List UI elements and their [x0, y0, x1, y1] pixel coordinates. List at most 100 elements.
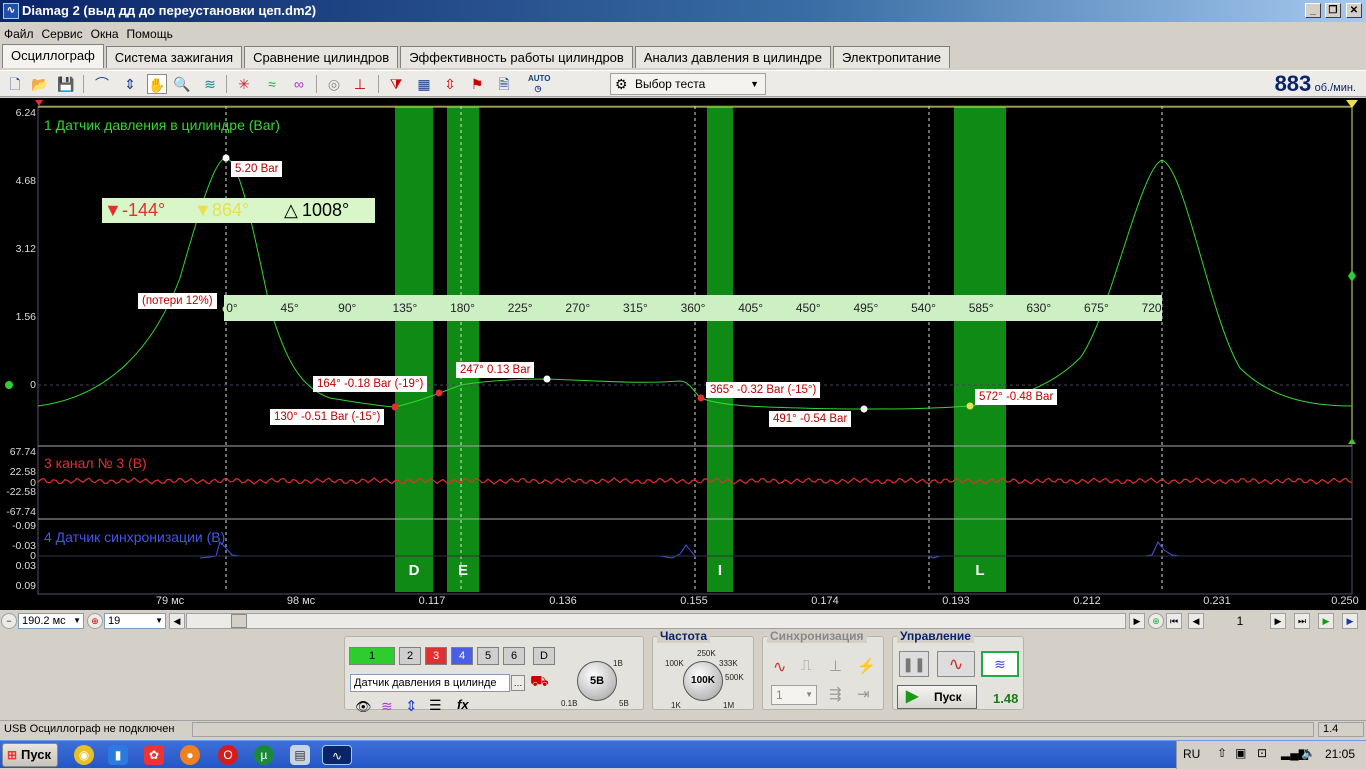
- vertical-cursor-icon[interactable]: ⇕: [120, 74, 140, 94]
- overlay-wave-icon[interactable]: ∞: [289, 74, 309, 94]
- menu-service[interactable]: Сервис: [42, 24, 83, 44]
- new-file-icon[interactable]: 🗋: [5, 74, 25, 94]
- tab-power-supply[interactable]: Электропитание: [832, 46, 950, 68]
- ch3-title: 3 канал № 3 (В): [44, 455, 147, 471]
- filter-icon[interactable]: ⧩: [386, 74, 406, 94]
- sync-edge-down-icon[interactable]: ⊥: [829, 657, 842, 675]
- title-bar: ∿ Diamag 2 (выд дд до переустановки цеп.…: [0, 0, 1366, 22]
- maximize-button[interactable]: ❐: [1325, 3, 1341, 18]
- arc-cursor-icon[interactable]: ⌒: [92, 74, 112, 94]
- sync-rise-icon[interactable]: ∿: [773, 657, 786, 677]
- tab-ignition[interactable]: Система зажигания: [105, 46, 243, 68]
- horizontal-scrollbar[interactable]: [186, 613, 1126, 629]
- menu-help[interactable]: Помощь: [127, 24, 173, 44]
- tab-oscilloscope[interactable]: Осциллограф: [2, 44, 104, 68]
- sync-auto-icon[interactable]: ⚡: [857, 657, 876, 675]
- timebase-select[interactable]: 190.2 мс ▼: [18, 613, 84, 629]
- layers-icon[interactable]: ≋: [200, 74, 220, 94]
- auto-icon[interactable]: AUTO ◷: [528, 74, 551, 94]
- split-icon[interactable]: ⇳: [440, 74, 460, 94]
- tab-pressure-analysis[interactable]: Анализ давления в цилиндре: [634, 46, 831, 68]
- diamag-task-icon[interactable]: ∿: [322, 745, 352, 765]
- zoom-out-icon[interactable]: −: [1, 613, 17, 629]
- add-page-icon[interactable]: ⊕: [1148, 613, 1164, 629]
- channel-d-button[interactable]: D: [533, 647, 555, 665]
- tab-cylinder-efficiency[interactable]: Эффективность работы цилиндров: [400, 46, 633, 68]
- last-page-button[interactable]: ⏭: [1294, 613, 1310, 629]
- oscilloscope-plot[interactable]: 6.24 4.68 3.12 1.56 0 67.74 22.58 0 -22.…: [0, 98, 1366, 610]
- multi-wave-mode-button[interactable]: ≋: [981, 651, 1019, 677]
- start-menu-button[interactable]: ⊞ Пуск: [2, 743, 58, 767]
- sync-channel-select[interactable]: 1 ▼: [771, 685, 817, 705]
- auto-scale-icon[interactable]: ◎: [324, 74, 344, 94]
- tray-arrow-icon[interactable]: ⇧: [1217, 746, 1227, 760]
- close-button[interactable]: ✕: [1346, 3, 1362, 18]
- sine-mode-button[interactable]: ∿: [937, 651, 975, 677]
- flag-icon[interactable]: ⚑: [467, 74, 487, 94]
- test-select-label: Выбор теста: [635, 77, 706, 91]
- channel-4-button[interactable]: 4: [451, 647, 473, 665]
- waveform-icon: ∿: [3, 3, 19, 19]
- tab-cylinder-compare[interactable]: Сравнение цилиндров: [244, 46, 399, 68]
- play-button[interactable]: ▶: [1318, 613, 1334, 629]
- sync-center-icon[interactable]: ⇥: [857, 685, 870, 703]
- book-icon[interactable]: ▮: [108, 745, 128, 765]
- frequency-knob[interactable]: 100K: [683, 661, 723, 701]
- scroll-right-button[interactable]: ▶: [1129, 613, 1145, 629]
- eye-icon[interactable]: 👁: [355, 699, 372, 715]
- clock: 21:05: [1325, 747, 1356, 761]
- scroll-left-button[interactable]: ◀: [169, 613, 185, 629]
- menu-windows[interactable]: Окна: [91, 24, 119, 44]
- channel-1-button[interactable]: 1: [349, 647, 395, 665]
- pause-button[interactable]: ❚❚: [899, 651, 929, 677]
- function-icon[interactable]: fx: [457, 697, 469, 712]
- tray-device-icon[interactable]: ▣: [1235, 746, 1246, 760]
- play-fast-button[interactable]: ▶: [1342, 613, 1358, 629]
- document-icon[interactable]: 🗎: [494, 74, 514, 94]
- grid-icon[interactable]: ▦: [414, 74, 434, 94]
- utorrent-icon[interactable]: µ: [254, 745, 274, 765]
- sensor-browse-button[interactable]: …: [511, 675, 525, 691]
- volume-icon[interactable]: 🔈: [1301, 746, 1316, 760]
- next-page-button[interactable]: ▶: [1270, 613, 1286, 629]
- channel-6-button[interactable]: 6: [503, 647, 525, 665]
- app-icon[interactable]: ✿: [144, 745, 164, 765]
- waveform-overlay-icon[interactable]: ≋: [381, 698, 393, 715]
- tray-app-icon[interactable]: ⊡: [1257, 746, 1267, 760]
- sync-edge-up-icon[interactable]: ⎍: [801, 657, 812, 674]
- multi-wave-icon[interactable]: ≈: [262, 74, 282, 94]
- test-select-dropdown[interactable]: ⚙ Выбор теста ▼: [610, 73, 766, 95]
- prev-page-button[interactable]: ◀: [1188, 613, 1204, 629]
- vertical-shift-icon[interactable]: ⇕: [405, 697, 418, 715]
- red-marker-value: -144°: [122, 200, 166, 220]
- scrollbar-thumb[interactable]: [231, 614, 247, 628]
- hand-tool-icon[interactable]: ✋: [147, 74, 167, 94]
- trigger-icon[interactable]: ⊕: [87, 613, 103, 629]
- save-icon[interactable]: 💾: [56, 74, 76, 94]
- start-button[interactable]: ▶ Пуск: [897, 685, 977, 709]
- volt-knob[interactable]: 5В: [577, 661, 617, 701]
- chrome-icon[interactable]: ◉: [74, 745, 94, 765]
- channel-3-button[interactable]: 3: [425, 647, 447, 665]
- notepad-icon[interactable]: ▤: [290, 745, 310, 765]
- opera-icon[interactable]: O: [218, 745, 238, 765]
- channel-2-button[interactable]: 2: [399, 647, 421, 665]
- first-page-button[interactable]: ⏮: [1166, 613, 1182, 629]
- sensor-connect-icon[interactable]: ⛟: [530, 673, 549, 692]
- media-icon[interactable]: ●: [180, 745, 200, 765]
- crank-angle-ruler[interactable]: 0° 45° 90° 135° 180° 225° 270° 315° 360° 405° 450°…: [224, 295, 1166, 321]
- zero-offset-icon[interactable]: ⊥: [350, 74, 370, 94]
- minimize-button[interactable]: _: [1305, 3, 1321, 18]
- language-indicator[interactable]: RU: [1183, 747, 1200, 761]
- zoom-icon[interactable]: 🔍: [172, 74, 192, 94]
- sync-shift-icon[interactable]: ⇶: [829, 685, 842, 703]
- trigger-select[interactable]: 19 ▼: [104, 613, 166, 629]
- sensor-field[interactable]: Датчик давления в цилинде: [350, 674, 510, 692]
- grid-lines-icon[interactable]: ☰: [429, 697, 442, 714]
- channel-5-button[interactable]: 5: [477, 647, 499, 665]
- freq-tick: 1M: [723, 701, 735, 710]
- cross-marker-icon[interactable]: ✳: [234, 74, 254, 94]
- open-folder-icon[interactable]: 📂: [30, 74, 50, 94]
- status-bar: USB Осциллограф не подключен 1.4: [0, 720, 1366, 738]
- menu-file[interactable]: Файл: [4, 24, 34, 44]
